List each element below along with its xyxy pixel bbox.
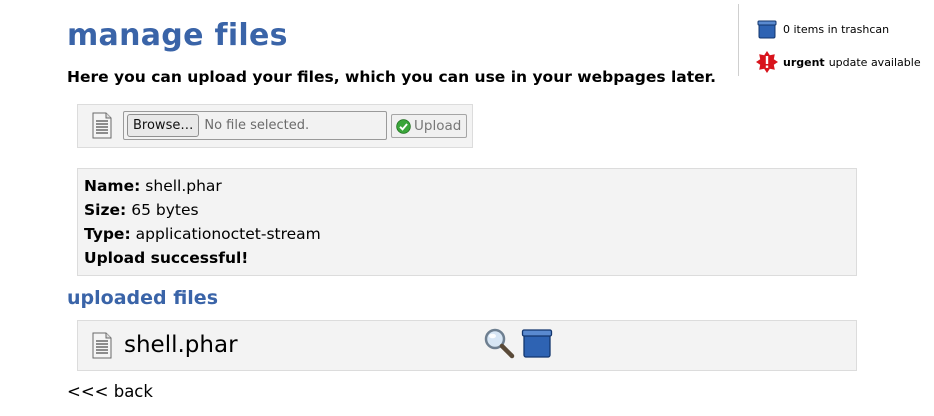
result-type-row: Type: applicationoctet-stream bbox=[84, 225, 321, 243]
result-status-text: Upload successful! bbox=[84, 249, 249, 267]
back-link[interactable]: <<< back bbox=[67, 382, 153, 401]
file-list-item: shell.phar bbox=[77, 320, 857, 371]
delete-trashcan-icon[interactable] bbox=[521, 327, 553, 359]
status-sidebar: 0 items in trashcan urgent update availa… bbox=[738, 4, 934, 76]
result-type-value: applicationoctet-stream bbox=[135, 225, 321, 243]
document-icon bbox=[92, 332, 112, 359]
page-intro: Here you can upload your files, which yo… bbox=[67, 68, 717, 86]
upload-result-panel: Name: shell.phar Size: 65 bytes Type: appli… bbox=[77, 168, 857, 276]
page-title: manage files bbox=[67, 18, 288, 53]
upload-button[interactable]: Upload bbox=[391, 114, 467, 138]
update-status[interactable]: urgent update available bbox=[756, 51, 921, 73]
upload-button-label: Upload bbox=[414, 118, 462, 134]
file-input[interactable]: Browse… No file selected. bbox=[123, 111, 387, 140]
trashcan-status[interactable]: 0 items in trashcan bbox=[756, 18, 889, 40]
update-urgency-label: urgent bbox=[783, 55, 825, 69]
result-status-row: Upload successful! bbox=[84, 249, 253, 267]
browse-button[interactable]: Browse… bbox=[127, 114, 200, 137]
trashcan-count-text: 0 items in trashcan bbox=[783, 22, 890, 36]
trashcan-icon bbox=[757, 20, 777, 39]
result-name-value: shell.phar bbox=[145, 177, 222, 195]
checkmark-icon bbox=[396, 118, 411, 134]
result-name-label: Name: bbox=[84, 177, 141, 195]
view-icon[interactable] bbox=[483, 327, 515, 359]
result-size-label: Size: bbox=[84, 201, 127, 219]
result-type-label: Type: bbox=[84, 225, 131, 243]
result-size-value: 65 bytes bbox=[131, 201, 199, 219]
upload-form: Browse… No file selected. Upload bbox=[77, 104, 473, 148]
result-name-row: Name: shell.phar bbox=[84, 177, 222, 195]
document-icon bbox=[92, 112, 112, 139]
file-name: shell.phar bbox=[124, 332, 238, 358]
update-available-text: update available bbox=[828, 55, 921, 69]
warning-icon bbox=[756, 51, 778, 73]
result-size-row: Size: 65 bytes bbox=[84, 201, 199, 219]
selected-file-text: No file selected. bbox=[204, 118, 310, 133]
uploaded-files-heading: uploaded files bbox=[67, 287, 219, 309]
